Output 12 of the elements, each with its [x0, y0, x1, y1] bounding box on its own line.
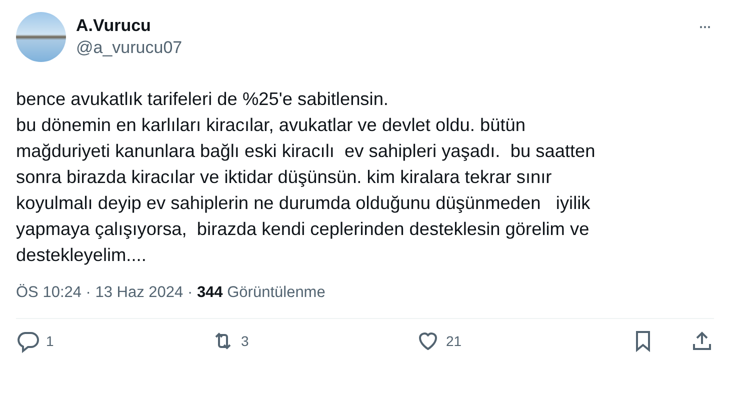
share-icon: [690, 329, 714, 353]
author-name: A.Vurucu: [76, 16, 152, 36]
avatar-photo: [16, 12, 66, 62]
more-menu-button[interactable]: ···: [694, 16, 714, 37]
author-handle: @a_vurucu07: [76, 38, 184, 58]
tweet-meta: ÖS 10:24 · 13 Haz 2024 · 344 Görüntülenme: [16, 284, 326, 302]
like-button[interactable]: 21: [416, 329, 462, 353]
repost-button[interactable]: 3: [211, 329, 249, 353]
share-button[interactable]: [690, 329, 714, 353]
reply-icon: [16, 329, 40, 353]
reply-button[interactable]: 1: [16, 329, 54, 353]
tweet-text: bence avukatlık tarifeleri de %25'e sabitlensin. bu dönemin en karlıları kiracılar, avukatlar ve devlet oldu. bütün mağduriyeti kanunlara bağlı eski kiracılı ev sahipleri yaşadı. bu saatten sonra birazda kiracılar ve iktidar düşünsün. kim kiralara tekrar sınır koyulmalı deyip ev sahiplerin ne durumda olduğunu düşünmeden iyilik yapmaya çalışıyorsa, birazda kendi ceplerinden desteklesin görelim ve destekleyelim....: [16, 88, 596, 267]
